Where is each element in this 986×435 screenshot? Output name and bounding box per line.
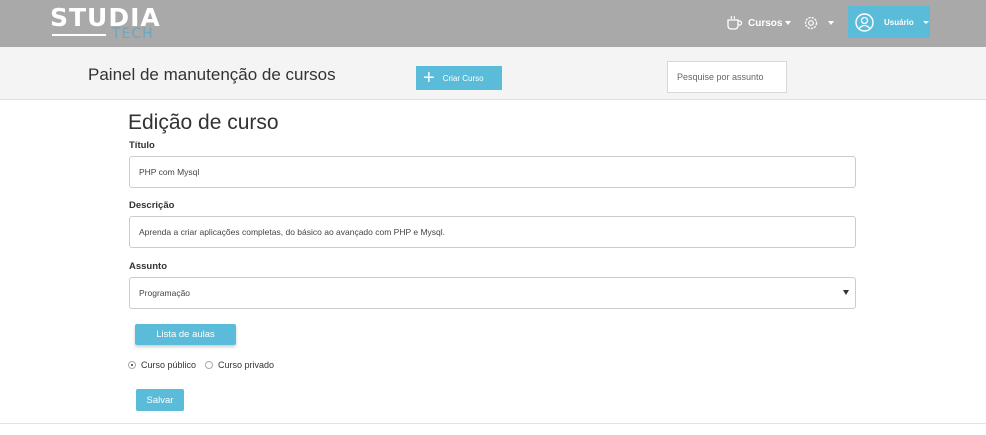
cursos-menu[interactable]: Cursos [726,12,792,34]
plus-icon: + [423,67,435,89]
logo-underline [52,34,106,36]
user-avatar-icon [855,12,874,32]
public-course-label: Curso público [141,360,197,370]
subject-select[interactable]: Programação [129,277,856,309]
private-course-label: Curso privado [218,360,275,370]
user-label: Usuário [884,17,914,27]
subject-label: Assunto [129,261,167,272]
bottom-divider [0,423,986,424]
save-label: Salvar [146,394,174,406]
title-label: Título [129,140,155,151]
gear-icon [804,16,818,30]
top-navbar: STUDIA TECH Cursos Usuário [0,0,986,47]
page-title: Painel de manutenção de cursos [88,65,336,84]
form-heading: Edição de curso [128,111,279,134]
title-field[interactable]: PHP com Mysql [129,156,856,188]
description-value: Aprenda a criar aplicações completas, do… [139,227,446,237]
public-course-radio[interactable] [128,361,136,369]
coffee-cup-icon [727,15,743,30]
chevron-down-icon [828,21,834,25]
page-header: Painel de manutenção de cursos + Criar C… [0,47,986,100]
description-field[interactable]: Aprenda a criar aplicações completas, do… [129,216,856,248]
user-menu[interactable]: Usuário [848,6,930,38]
logo-sub-text: TECH [112,26,154,42]
subject-value: Programação [139,288,191,298]
chevron-down-icon [843,290,849,295]
cursos-label: Cursos [748,17,783,29]
settings-menu[interactable] [802,12,834,34]
title-value: PHP com Mysql [139,167,200,177]
visibility-radio-group: Curso público Curso privado [128,360,283,370]
description-label: Descrição [129,200,175,211]
chevron-down-icon [922,20,929,24]
create-course-label: Criar Curso [442,73,484,83]
studia-tech-logo[interactable]: STUDIA TECH [50,4,160,44]
lessons-list-button[interactable]: Lista de aulas [135,324,236,345]
chevron-down-icon [785,21,792,25]
private-course-radio[interactable] [205,361,214,369]
lessons-list-label: Lista de aulas [156,329,215,340]
create-course-button[interactable]: + Criar Curso [416,66,502,90]
save-button[interactable]: Salvar [136,389,184,411]
search-input[interactable] [667,61,787,93]
